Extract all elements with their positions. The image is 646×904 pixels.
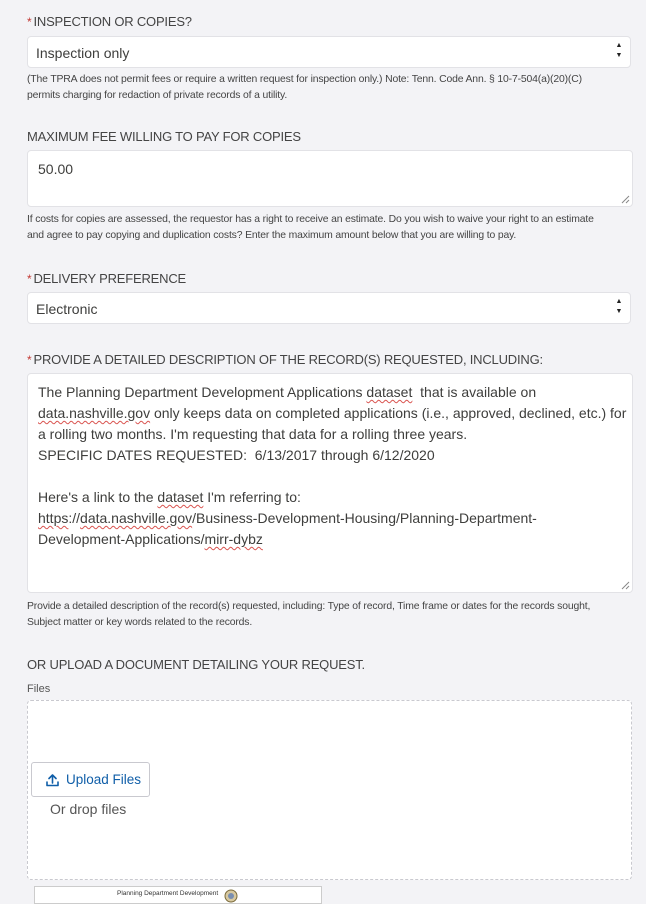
max-fee-value: 50.00 — [38, 161, 74, 177]
inspection-select-value: Inspection only — [36, 45, 130, 61]
max-fee-label: MAXIMUM FEE WILLING TO PAY FOR COPIES — [27, 129, 301, 144]
seal-icon — [224, 889, 238, 903]
files-label: Files — [27, 683, 51, 695]
chevron-updown-icon: ▲ ▼ — [615, 298, 623, 315]
max-fee-help: If costs for copies are assessed, the re… — [27, 214, 594, 241]
delivery-select-value: Electronic — [36, 301, 98, 317]
upload-heading: OR UPLOAD A DOCUMENT DETAILING YOUR REQU… — [27, 657, 365, 672]
inspection-help: (The TPRA does not permit fees or requir… — [27, 74, 582, 101]
upload-icon — [46, 774, 59, 787]
max-fee-input[interactable]: 50.00 — [27, 150, 633, 207]
inspection-select[interactable]: Inspection only ▲ ▼ — [27, 36, 631, 68]
thumbnail-title: Planning Department Development — [117, 890, 219, 897]
delivery-label: * DELIVERY PREFERENCE — [27, 271, 186, 286]
upload-files-label: Upload Files — [66, 772, 142, 787]
drop-files-text: Or drop files — [50, 801, 127, 817]
document-thumbnail: Planning Department Development — [34, 886, 322, 904]
required-marker: * — [27, 353, 32, 367]
description-help: Provide a detailed description of the re… — [27, 601, 591, 628]
inspection-label: * INSPECTION OR COPIES? — [27, 14, 192, 29]
description-label: * PROVIDE A DETAILED DESCRIPTION OF THE R… — [27, 352, 543, 367]
chevron-updown-icon: ▲ ▼ — [615, 42, 623, 59]
description-textarea[interactable]: The Planning Department Development Appl… — [27, 373, 633, 593]
resize-handle-icon[interactable] — [621, 195, 630, 204]
upload-files-button[interactable]: Upload Files — [31, 762, 150, 797]
required-marker: * — [27, 15, 32, 29]
description-text: The Planning Department Development Appl… — [38, 384, 627, 547]
resize-handle-icon[interactable] — [621, 581, 630, 590]
delivery-select[interactable]: Electronic ▲ ▼ — [27, 292, 631, 324]
file-dropzone[interactable]: Upload Files Or drop files — [27, 700, 632, 880]
required-marker: * — [27, 272, 32, 286]
